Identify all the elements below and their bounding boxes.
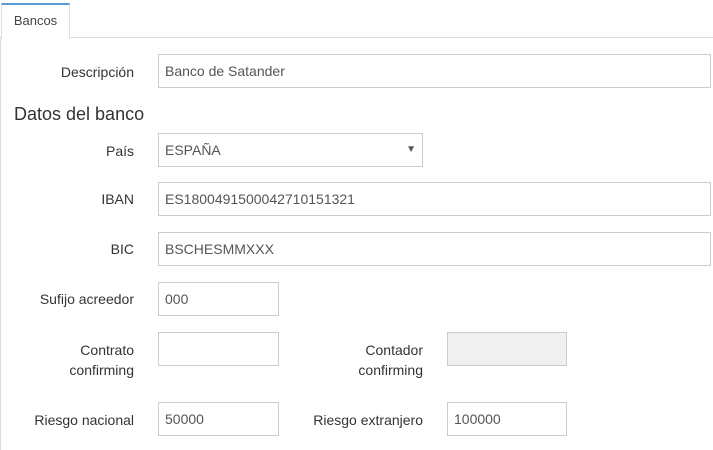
pais-label: País xyxy=(105,143,134,159)
bic-input[interactable]: BSCHESMMXXX xyxy=(158,232,711,266)
section-title-datos-banco: Datos del banco xyxy=(14,104,145,124)
riesgo-nacional-label: Riesgo nacional xyxy=(34,412,134,428)
contrato-label-line1: Contrato xyxy=(80,342,134,358)
riesgo-nacional-input[interactable]: 50000 xyxy=(158,402,279,436)
pais-select[interactable]: ESPAÑA ▼ xyxy=(158,133,423,167)
contrato-label-line2: confirming xyxy=(69,362,134,378)
pais-selected-value: ESPAÑA xyxy=(165,142,221,158)
contador-label-line2: confirming xyxy=(358,362,423,378)
descripcion-input[interactable]: Banco de Satander xyxy=(158,54,711,88)
bic-label: BIC xyxy=(110,241,134,257)
sufijo-acreedor-label: Sufijo acreedor xyxy=(39,291,134,307)
chevron-down-icon: ▼ xyxy=(406,144,416,155)
contador-confirming-input xyxy=(447,332,567,366)
tab-bar: Bancos xyxy=(0,0,713,39)
descripcion-label: Descripción xyxy=(60,64,134,80)
contador-label-line1: Contador xyxy=(365,342,423,358)
riesgo-extranjero-input[interactable]: 100000 xyxy=(447,402,567,436)
contrato-confirming-label: Contrato confirming xyxy=(20,340,134,380)
riesgo-extranjero-label: Riesgo extranjero xyxy=(313,412,423,428)
sufijo-acreedor-input[interactable]: 000 xyxy=(158,282,279,316)
contador-confirming-label: Contador confirming xyxy=(300,340,423,380)
contrato-confirming-input[interactable] xyxy=(158,332,279,366)
iban-label: IBAN xyxy=(101,191,134,207)
iban-input[interactable]: ES1800491500042710151321 xyxy=(158,182,711,216)
tab-bancos[interactable]: Bancos xyxy=(1,3,70,39)
